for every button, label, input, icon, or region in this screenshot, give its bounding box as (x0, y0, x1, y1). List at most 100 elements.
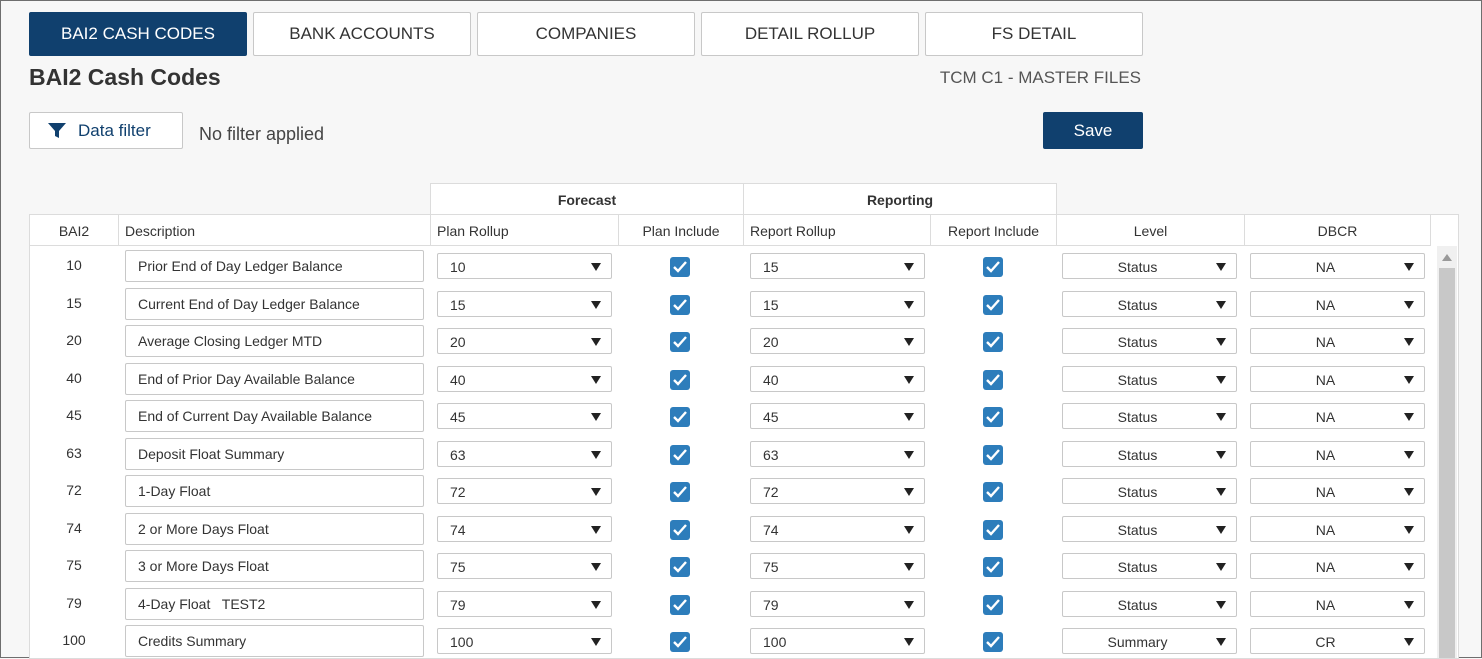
description-input[interactable]: 2 or More Days Float (125, 512, 424, 545)
chevron-down-icon[interactable] (904, 563, 914, 571)
plan-rollup-select[interactable]: 72 (437, 478, 612, 504)
level-select[interactable]: Status (1062, 365, 1237, 392)
chevron-down-icon[interactable] (1404, 600, 1414, 609)
tab-detail-rollup[interactable]: DETAIL ROLLUP (701, 12, 919, 56)
vertical-scrollbar[interactable] (1437, 246, 1457, 658)
report-rollup-select[interactable]: 100 (750, 628, 925, 654)
chevron-down-icon[interactable] (1404, 563, 1414, 571)
chevron-down-icon[interactable] (1404, 488, 1414, 496)
col-plan-rollup[interactable]: Plan Rollup (431, 215, 619, 246)
dbcr-select[interactable]: NA (1250, 365, 1425, 392)
report-include-checkbox[interactable] (983, 407, 1003, 427)
save-button[interactable]: Save (1043, 112, 1143, 149)
chevron-down-icon[interactable] (591, 300, 601, 309)
dbcr-select[interactable]: NA (1250, 253, 1425, 279)
chevron-down-icon[interactable] (591, 600, 601, 609)
chevron-down-icon[interactable] (904, 338, 914, 346)
level-select[interactable]: Status (1062, 403, 1237, 429)
report-include-checkbox[interactable] (983, 594, 1003, 615)
chevron-down-icon[interactable] (1216, 525, 1226, 534)
tab-fs-detail[interactable]: FS DETAIL (925, 12, 1143, 56)
scroll-up-arrow-icon[interactable] (1442, 254, 1452, 261)
col-plan-include[interactable]: Plan Include (619, 215, 744, 246)
chevron-down-icon[interactable] (1404, 300, 1414, 309)
chevron-down-icon[interactable] (1404, 450, 1414, 459)
description-input[interactable]: End of Current Day Available Balance (125, 400, 424, 432)
report-rollup-select[interactable]: 15 (750, 253, 925, 279)
description-input[interactable]: Prior End of Day Ledger Balance (125, 250, 424, 282)
col-dbcr[interactable]: DBCR (1245, 215, 1431, 246)
chevron-down-icon[interactable] (904, 263, 914, 271)
tab-bai2-cash-codes[interactable]: BAI2 CASH CODES (29, 12, 247, 56)
plan-rollup-select[interactable]: 63 (437, 440, 612, 467)
chevron-down-icon[interactable] (904, 525, 914, 534)
plan-include-checkbox[interactable] (670, 444, 690, 465)
chevron-down-icon[interactable] (1216, 450, 1226, 459)
report-include-checkbox[interactable] (983, 257, 1003, 277)
description-input[interactable]: Average Closing Ledger MTD (125, 325, 424, 357)
chevron-down-icon[interactable] (904, 375, 914, 384)
chevron-down-icon[interactable] (1404, 263, 1414, 271)
scroll-thumb[interactable] (1439, 268, 1455, 658)
plan-include-checkbox[interactable] (670, 369, 690, 390)
plan-include-checkbox[interactable] (670, 407, 690, 427)
level-select[interactable]: Status (1062, 440, 1237, 467)
tab-companies[interactable]: COMPANIES (477, 12, 695, 56)
plan-rollup-select[interactable]: 10 (437, 253, 612, 279)
dbcr-select[interactable]: NA (1250, 440, 1425, 467)
dbcr-select[interactable]: NA (1250, 553, 1425, 579)
chevron-down-icon[interactable] (591, 338, 601, 346)
level-select[interactable]: Status (1062, 253, 1237, 279)
plan-include-checkbox[interactable] (670, 482, 690, 502)
chevron-down-icon[interactable] (591, 413, 601, 421)
report-include-checkbox[interactable] (983, 557, 1003, 577)
plan-include-checkbox[interactable] (670, 332, 690, 352)
description-input[interactable]: 1-Day Float (125, 475, 424, 507)
dbcr-select[interactable]: CR (1250, 628, 1425, 654)
report-include-checkbox[interactable] (983, 444, 1003, 465)
chevron-down-icon[interactable] (1216, 638, 1226, 646)
level-select[interactable]: Status (1062, 590, 1237, 617)
report-rollup-select[interactable]: 45 (750, 403, 925, 429)
report-include-checkbox[interactable] (983, 369, 1003, 390)
level-select[interactable]: Status (1062, 478, 1237, 504)
chevron-down-icon[interactable] (591, 263, 601, 271)
plan-include-checkbox[interactable] (670, 257, 690, 277)
chevron-down-icon[interactable] (904, 450, 914, 459)
chevron-down-icon[interactable] (1216, 263, 1226, 271)
level-select[interactable]: Status (1062, 553, 1237, 579)
report-rollup-select[interactable]: 75 (750, 553, 925, 579)
plan-include-checkbox[interactable] (670, 594, 690, 615)
level-select[interactable]: Status (1062, 515, 1237, 542)
dbcr-select[interactable]: NA (1250, 478, 1425, 504)
plan-rollup-select[interactable]: 75 (437, 553, 612, 579)
plan-rollup-select[interactable]: 20 (437, 328, 612, 354)
report-include-checkbox[interactable] (983, 519, 1003, 540)
col-level[interactable]: Level (1057, 215, 1245, 246)
plan-rollup-select[interactable]: 40 (437, 365, 612, 392)
description-input[interactable]: 4-Day Float TEST2 (125, 587, 424, 620)
plan-include-checkbox[interactable] (670, 519, 690, 540)
chevron-down-icon[interactable] (1404, 638, 1414, 646)
chevron-down-icon[interactable] (1216, 300, 1226, 309)
chevron-down-icon[interactable] (591, 563, 601, 571)
chevron-down-icon[interactable] (1216, 600, 1226, 609)
plan-rollup-select[interactable]: 45 (437, 403, 612, 429)
chevron-down-icon[interactable] (904, 300, 914, 309)
chevron-down-icon[interactable] (1404, 413, 1414, 421)
report-rollup-select[interactable]: 40 (750, 365, 925, 392)
chevron-down-icon[interactable] (1216, 375, 1226, 384)
report-rollup-select[interactable]: 79 (750, 590, 925, 617)
dbcr-select[interactable]: NA (1250, 403, 1425, 429)
plan-rollup-select[interactable]: 15 (437, 290, 612, 317)
chevron-down-icon[interactable] (591, 450, 601, 459)
chevron-down-icon[interactable] (1404, 525, 1414, 534)
report-rollup-select[interactable]: 63 (750, 440, 925, 467)
plan-rollup-select[interactable]: 79 (437, 590, 612, 617)
report-include-checkbox[interactable] (983, 632, 1003, 652)
report-rollup-select[interactable]: 72 (750, 478, 925, 504)
dbcr-select[interactable]: NA (1250, 590, 1425, 617)
chevron-down-icon[interactable] (1404, 375, 1414, 384)
chevron-down-icon[interactable] (591, 488, 601, 496)
plan-rollup-select[interactable]: 100 (437, 628, 612, 654)
